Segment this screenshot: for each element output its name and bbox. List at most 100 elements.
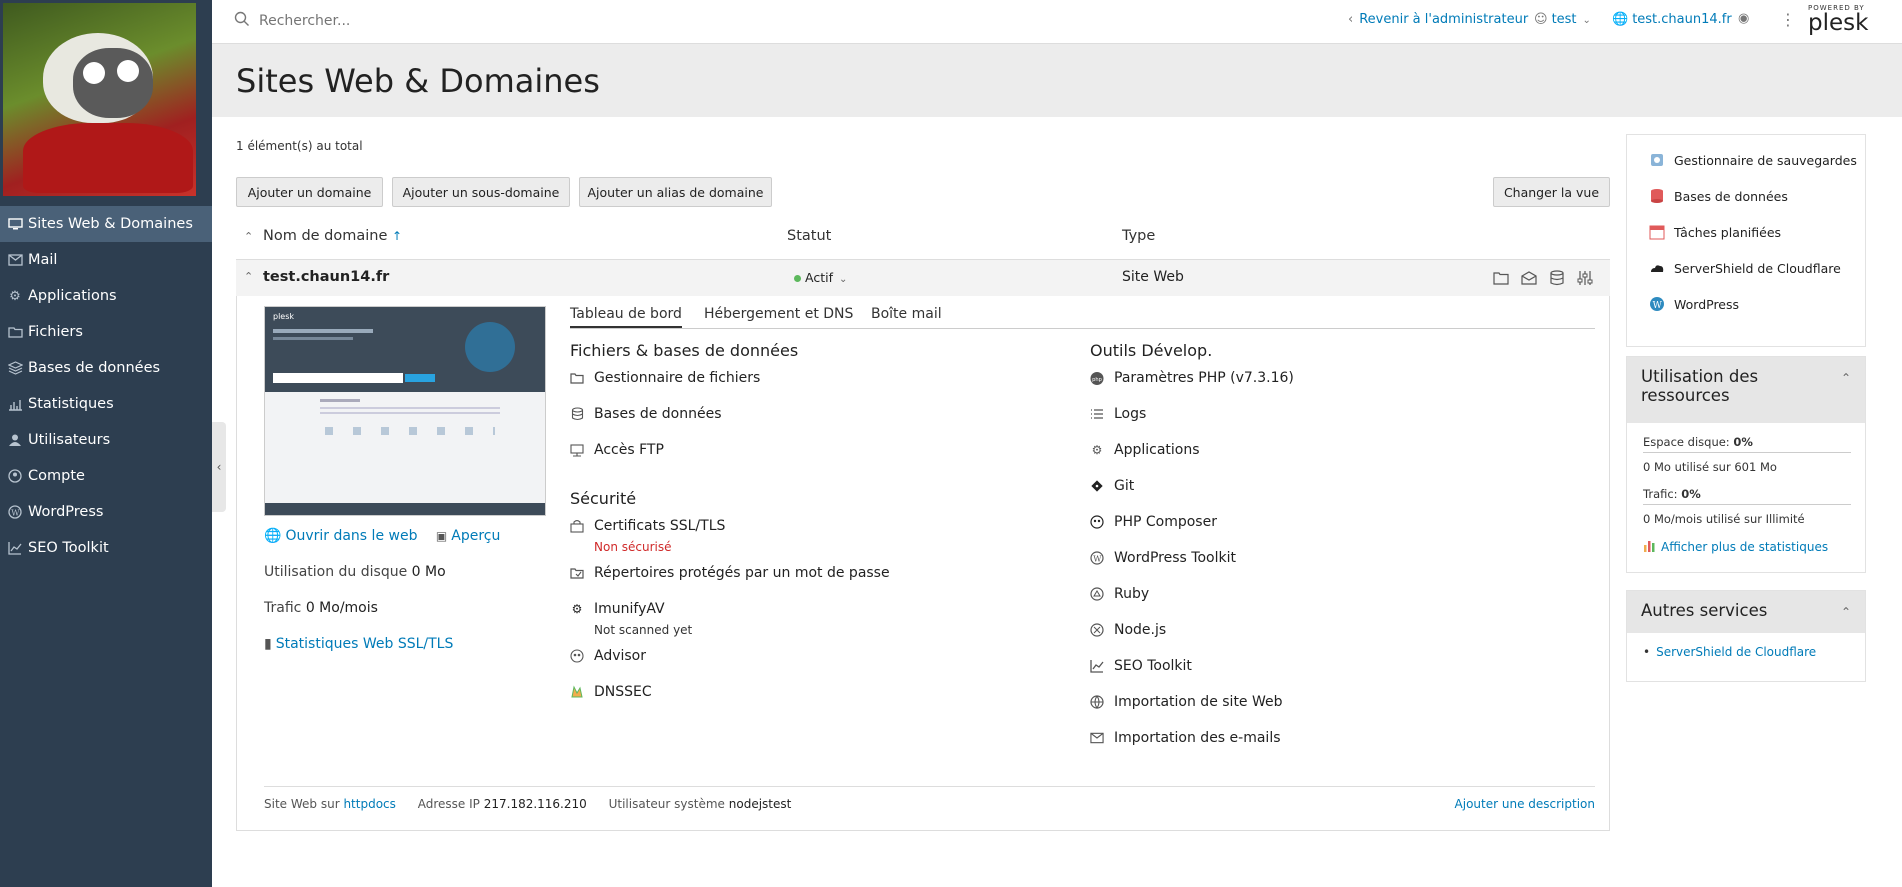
sidebar-item-mail[interactable]: Mail — [0, 242, 212, 278]
security-section-title: Sécurité — [570, 489, 637, 508]
seo-toolkit-link[interactable]: SEO Toolkit — [1090, 658, 1192, 674]
column-status[interactable]: Statut — [787, 228, 831, 244]
nodejs-link[interactable]: Node.js — [1090, 622, 1166, 638]
servershield-service-link[interactable]: • ServerShield de Cloudflare — [1643, 645, 1816, 659]
sidebar-item-wordpress[interactable]: W WordPress — [0, 494, 212, 530]
seo-chart-icon — [4, 539, 26, 557]
chevron-up-icon[interactable]: ⌃ — [1841, 605, 1851, 619]
protected-dirs-link[interactable]: Répertoires protégés par un mot de passe — [570, 565, 890, 581]
resource-usage-title-line2: ressources — [1641, 386, 1730, 405]
traffic-line: Trafic: 0% — [1643, 487, 1701, 501]
seo-toolkit-label: SEO Toolkit — [1114, 658, 1192, 674]
scheduled-tasks-link[interactable]: Tâches planifiées — [1649, 224, 1781, 240]
back-to-admin-link[interactable]: ‹ Revenir à l'administrateur — [1348, 12, 1528, 27]
preview-footer-band — [265, 503, 545, 515]
user-avatar[interactable] — [3, 3, 196, 196]
sidebar-item-seo-toolkit[interactable]: SEO Toolkit — [0, 530, 212, 566]
more-stats-link[interactable]: Afficher plus de statistiques — [1643, 539, 1828, 555]
domain-row[interactable]: ⌃ test.chaun14.fr Actif ⌄ Site Web — [236, 259, 1610, 296]
ruby-link[interactable]: Ruby — [1090, 586, 1149, 602]
folder-icon[interactable] — [1493, 271, 1509, 285]
more-vertical-icon[interactable]: ⋮ — [1780, 10, 1796, 29]
tab-hosting-dns[interactable]: Hébergement et DNS — [704, 306, 853, 326]
email-import-link[interactable]: Importation des e-mails — [1090, 730, 1281, 746]
backup-manager-label: Gestionnaire de sauvegardes — [1674, 152, 1857, 168]
database-icon[interactable] — [1549, 270, 1565, 286]
web-stats-link[interactable]: ▮ Statistiques Web SSL/TLS — [264, 636, 453, 652]
httpdocs-link[interactable]: httpdocs — [343, 797, 395, 811]
dnssec-link[interactable]: DNSSEC — [570, 684, 652, 700]
other-services-header[interactable]: Autres services ⌃ — [1627, 591, 1865, 633]
column-type[interactable]: Type — [1122, 228, 1155, 244]
cloud-icon — [1649, 260, 1665, 276]
status-dropdown[interactable]: Actif ⌄ — [794, 270, 847, 285]
traffic-value: 0 Mo/mois — [305, 600, 378, 616]
avatar-face-shape — [73, 48, 153, 118]
globe-icon: 🌐 — [264, 528, 282, 544]
domain-link[interactable]: 🌐 test.chaun14.fr — [1612, 12, 1732, 27]
file-manager-link[interactable]: Gestionnaire de fichiers — [570, 370, 760, 386]
right-databases-link[interactable]: Bases de données — [1649, 188, 1788, 204]
add-domain-button[interactable]: Ajouter un domaine — [236, 177, 383, 207]
globe-icon: 🌐 — [1612, 12, 1629, 27]
add-alias-button[interactable]: Ajouter un alias de domaine — [579, 177, 772, 207]
settings-sliders-icon[interactable] — [1577, 270, 1593, 286]
preview-label: Aperçu — [451, 528, 501, 544]
applications-link[interactable]: ⚙ Applications — [1090, 442, 1200, 458]
tab-mailbox[interactable]: Boîte mail — [871, 306, 942, 326]
open-in-web-link[interactable]: 🌐 Ouvrir dans le web — [264, 528, 417, 544]
add-description-link[interactable]: Ajouter une description — [1455, 797, 1595, 811]
sidebar-item-statistiques[interactable]: Statistiques — [0, 386, 212, 422]
column-domain-name[interactable]: Nom de domaine ↑ — [263, 228, 402, 244]
php-composer-link[interactable]: PHP Composer — [1090, 514, 1217, 530]
system-user-label: Utilisateur système — [608, 797, 725, 811]
chevron-up-icon[interactable]: ⌃ — [1841, 371, 1851, 385]
eye-icon: ▣ — [435, 529, 448, 543]
sidebar-item-label: Bases de données — [28, 360, 161, 376]
php-settings-link[interactable]: php Paramètres PHP (v7.3.16) — [1090, 370, 1294, 386]
mail-open-icon[interactable] — [1521, 271, 1537, 285]
sidebar-item-applications[interactable]: ⚙ Applications — [0, 278, 212, 314]
column-domain-label: Nom de domaine — [263, 228, 388, 244]
domain-name[interactable]: test.chaun14.fr — [263, 269, 389, 285]
site-import-link[interactable]: Importation de site Web — [1090, 694, 1283, 710]
preview-link[interactable]: ▣ Aperçu — [436, 528, 500, 544]
servershield-link[interactable]: ServerShield de Cloudflare — [1649, 260, 1841, 276]
sidebar-item-sites[interactable]: Sites Web & Domaines — [0, 206, 212, 242]
applications-label: Applications — [1114, 442, 1200, 458]
sidebar-item-databases[interactable]: Bases de données — [0, 350, 212, 386]
change-view-button[interactable]: Changer la vue — [1493, 177, 1610, 207]
chevron-up-icon[interactable]: ⌃ — [244, 270, 253, 283]
search-input[interactable] — [259, 10, 559, 32]
collapse-all-icon[interactable]: ⌃ — [244, 228, 253, 244]
search-icon — [234, 11, 249, 26]
composer-icon — [1090, 515, 1104, 529]
sidebar-item-fichiers[interactable]: Fichiers — [0, 314, 212, 350]
resource-usage-title-line1: Utilisation des — [1641, 367, 1759, 386]
svg-text:W: W — [1093, 554, 1102, 563]
ssl-certificates-link[interactable]: Certificats SSL/TLS — [570, 518, 725, 534]
advisor-label: Advisor — [594, 648, 647, 664]
help-owl-icon[interactable]: ◉ — [1738, 11, 1749, 26]
ftp-access-link[interactable]: Accès FTP — [570, 442, 664, 458]
sidebar-item-compte[interactable]: Compte — [0, 458, 212, 494]
backup-manager-link[interactable]: Gestionnaire de sauvegardes — [1649, 152, 1857, 168]
site-preview-thumbnail[interactable]: plesk — [264, 306, 546, 516]
git-link[interactable]: Git — [1090, 478, 1134, 494]
databases-link[interactable]: Bases de données — [570, 406, 722, 422]
advisor-link[interactable]: Advisor — [570, 648, 646, 664]
tab-dashboard[interactable]: Tableau de bord — [570, 306, 682, 328]
resource-usage-header[interactable]: Utilisation des ressources ⌃ — [1627, 357, 1865, 423]
servershield-service-label: ServerShield de Cloudflare — [1656, 645, 1817, 659]
wordpress-toolkit-link[interactable]: W WordPress Toolkit — [1090, 550, 1236, 566]
user-menu[interactable]: ☺ test ⌄ — [1534, 12, 1591, 27]
logs-link[interactable]: Logs — [1090, 406, 1146, 422]
sidebar-item-utilisateurs[interactable]: Utilisateurs — [0, 422, 212, 458]
add-subdomain-button[interactable]: Ajouter un sous-domaine — [392, 177, 570, 207]
right-wordpress-link[interactable]: W WordPress — [1649, 296, 1739, 312]
sidebar-collapse-toggle[interactable]: ‹ — [212, 422, 226, 512]
imunifyav-link[interactable]: ⚙ ImunifyAV — [570, 601, 665, 617]
traffic-pct: 0% — [1681, 487, 1701, 501]
bullet-icon: • — [1643, 645, 1651, 659]
disk-usage-value: 0 Mo — [411, 564, 446, 580]
